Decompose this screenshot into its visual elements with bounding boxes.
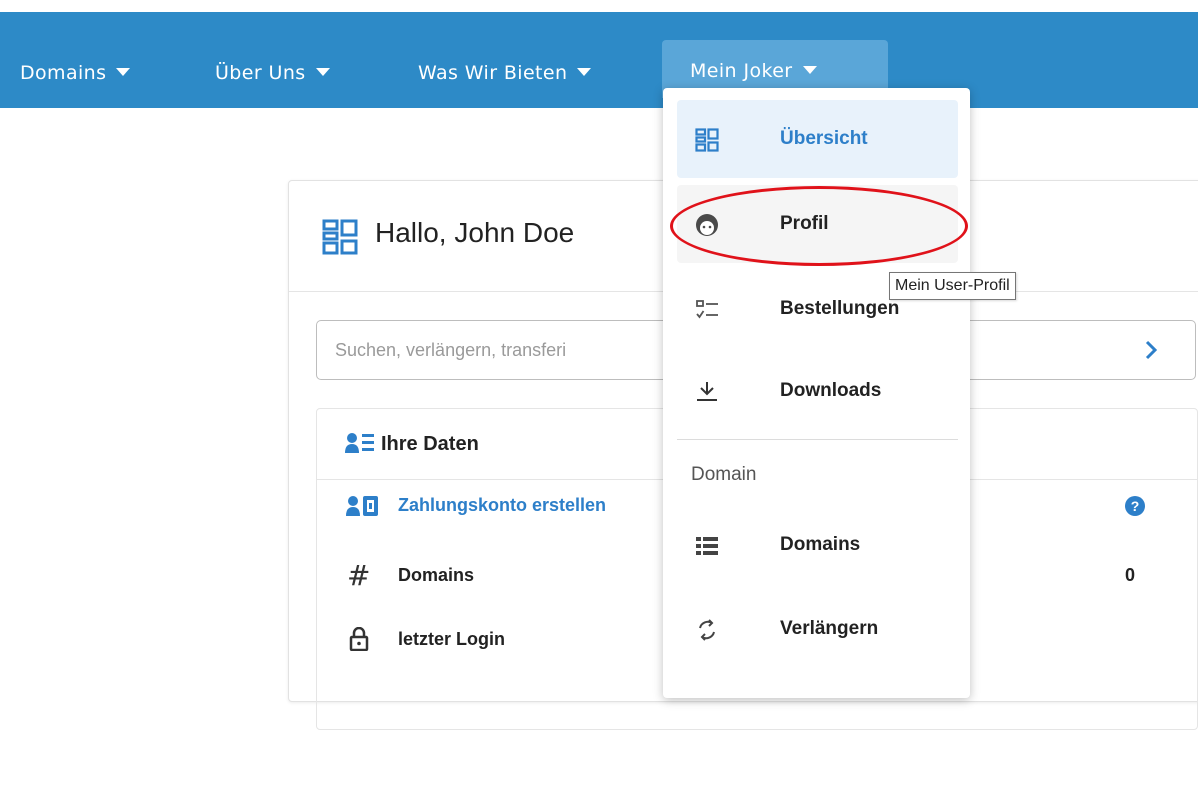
- caret-down-icon: [116, 67, 131, 76]
- payment-account-icon: [346, 496, 378, 516]
- user-list-icon: [345, 433, 374, 453]
- dashboard-icon: [695, 128, 719, 152]
- menu-divider: [677, 439, 958, 440]
- greeting-title: Hallo, John Doe: [375, 217, 575, 248]
- top-navbar: Domains Über Uns Was Wir Bieten Mein Jok…: [0, 12, 1198, 108]
- lock-icon: [349, 627, 369, 651]
- hash-icon: #: [347, 559, 371, 592]
- profil-tooltip: Mein User-Profil: [889, 272, 1016, 300]
- menu-item-label: Übersicht: [780, 128, 868, 149]
- row-empty-7: [317, 755, 1197, 795]
- nav-domains-label: Domains: [20, 62, 107, 84]
- caret-down-icon: [577, 67, 592, 76]
- nav-was-wir-bieten-label: Was Wir Bieten: [418, 62, 568, 84]
- checklist-icon: [696, 300, 718, 319]
- svg-text:?: ?: [1131, 498, 1140, 514]
- download-icon: [697, 382, 717, 401]
- menu-item-verlaengern[interactable]: Verlängern: [677, 590, 958, 668]
- menu-item-uebersicht[interactable]: Übersicht: [677, 100, 958, 178]
- create-payment-account-link[interactable]: Zahlungskonto erstellen: [398, 495, 606, 516]
- list-icon: [696, 537, 718, 555]
- nav-was-wir-bieten[interactable]: Was Wir Bieten: [418, 42, 592, 100]
- menu-item-label: Verlängern: [780, 618, 879, 639]
- caret-down-icon: [802, 65, 817, 74]
- caret-down-icon: [315, 67, 330, 76]
- menu-item-label: Profil: [780, 213, 829, 234]
- user-face-icon: [696, 214, 718, 236]
- help-icon[interactable]: ?: [1125, 496, 1145, 516]
- domains-count-label: Domains: [398, 565, 475, 585]
- nav-ueber-uns-label: Über Uns: [215, 62, 306, 84]
- domains-count-value: 0: [1125, 565, 1136, 585]
- menu-item-downloads[interactable]: Downloads: [677, 352, 958, 430]
- last-login-label: letzter Login: [398, 629, 505, 649]
- nav-domains[interactable]: Domains: [20, 42, 131, 100]
- menu-item-profil[interactable]: Profil: [677, 185, 958, 263]
- menu-item-label: Domains: [780, 534, 861, 555]
- panel-title: Ihre Daten: [381, 433, 479, 455]
- search-placeholder: Suchen, verlängern, transferi: [335, 340, 567, 360]
- menu-item-domains[interactable]: Domains: [677, 506, 958, 584]
- nav-mein-joker-label: Mein Joker: [690, 60, 793, 82]
- nav-ueber-uns[interactable]: Über Uns: [215, 42, 330, 100]
- menu-item-label: Bestellungen: [780, 298, 900, 319]
- mein-joker-dropdown: Übersicht Profil Bestellungen Downloads …: [663, 88, 970, 698]
- chevron-right-icon[interactable]: [1139, 337, 1163, 363]
- menu-item-label: Downloads: [780, 380, 882, 401]
- menu-section-domain: Domain: [691, 464, 757, 485]
- dashboard-icon: [322, 219, 358, 255]
- renew-icon: [699, 619, 715, 641]
